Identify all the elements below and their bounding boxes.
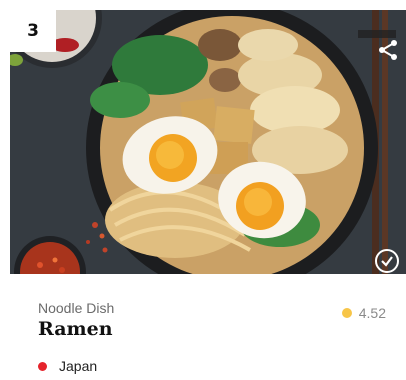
mark-tried-button[interactable]	[374, 248, 400, 274]
origin-country: Japan	[59, 358, 98, 374]
dish-rating: 4.52	[341, 305, 386, 321]
rank-badge: 3	[10, 10, 56, 52]
share-button[interactable]	[376, 38, 400, 62]
share-icon	[379, 40, 397, 60]
red-dot-icon	[38, 361, 47, 371]
dish-title[interactable]: Ramen	[38, 318, 386, 340]
check-circle-icon	[375, 249, 399, 273]
ramen-photo-illustration	[10, 10, 406, 274]
dish-origin: Japan	[38, 358, 97, 374]
dish-photo[interactable]	[10, 10, 406, 274]
star-icon	[341, 308, 352, 318]
dish-category: Noodle Dish	[38, 300, 115, 316]
dish-info: Noodle Dish Ramen	[38, 300, 386, 340]
dish-card[interactable]: 3 Noodle Dish Ramen 4.52 Japan	[0, 0, 406, 380]
rating-value: 4.52	[358, 305, 386, 321]
